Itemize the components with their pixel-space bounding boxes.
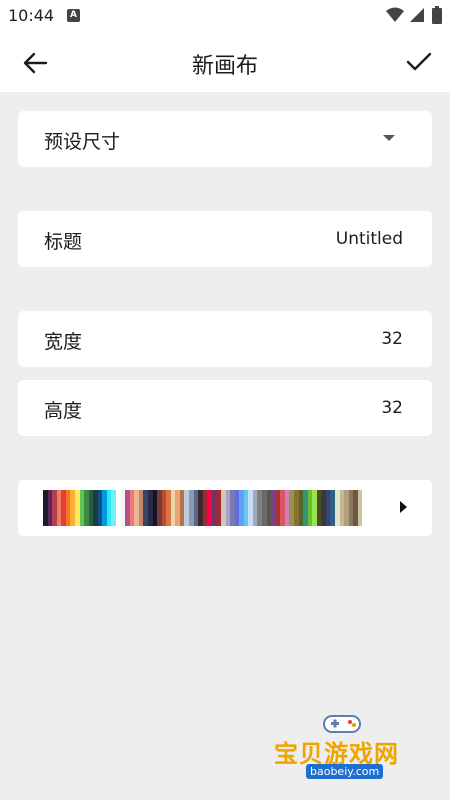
width-value[interactable]: 32	[381, 329, 403, 349]
check-icon[interactable]	[404, 48, 434, 76]
status-time: 10:44	[8, 6, 55, 25]
play-arrow-icon	[400, 501, 407, 513]
height-label: 高度	[44, 400, 83, 422]
palette-preview	[43, 490, 363, 526]
title-label: 标题	[44, 231, 83, 253]
a-notification-icon: A	[67, 9, 80, 22]
gamepad-icon	[323, 715, 361, 733]
signal-icon	[410, 8, 424, 22]
width-label: 宽度	[44, 331, 83, 353]
app-bar: 新画布	[0, 34, 450, 92]
status-bar: 10:44 A	[0, 0, 450, 34]
height-field[interactable]: 高度 32	[18, 380, 432, 436]
palette-selector[interactable]	[18, 480, 432, 536]
page-title: 新画布	[191, 54, 258, 79]
wifi-icon	[386, 7, 404, 22]
watermark-logo: 宝贝游戏网 baobeiy.com	[270, 712, 420, 796]
dropdown-arrow-icon	[383, 135, 395, 141]
width-field[interactable]: 宽度 32	[18, 311, 432, 367]
height-value[interactable]: 32	[381, 398, 403, 418]
preset-size-label: 预设尺寸	[44, 131, 121, 153]
battery-icon	[432, 6, 442, 24]
palette-swatch	[357, 490, 363, 526]
watermark-url: baobeiy.com	[306, 764, 384, 779]
preset-size-dropdown[interactable]: 预设尺寸	[18, 111, 432, 167]
title-field[interactable]: 标题 Untitled	[18, 211, 432, 267]
title-value[interactable]: Untitled	[336, 229, 403, 249]
